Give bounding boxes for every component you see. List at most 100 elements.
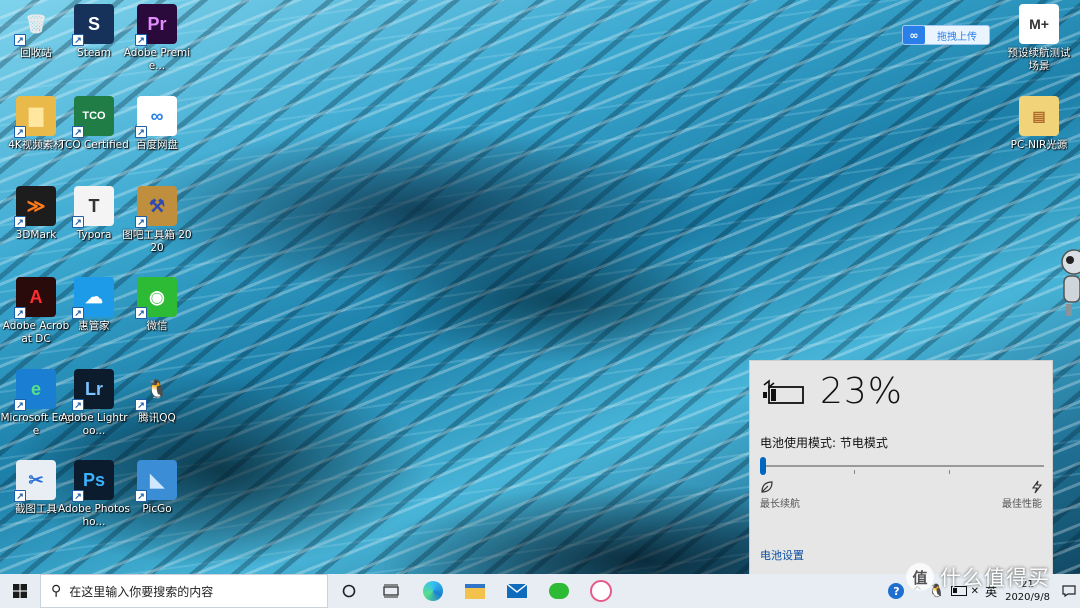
desktop-icon-typora[interactable]: T ↗ Typora	[58, 186, 130, 270]
shortcut-arrow-icon: ↗	[135, 490, 147, 502]
search-placeholder: 在这里输入你要搜索的内容	[69, 584, 214, 599]
lightroom-icon: Lr ↗	[72, 369, 114, 411]
desktop-icon-tco[interactable]: TCO ↗ TCO Certified	[58, 96, 130, 180]
icon-glyph: S	[87, 13, 100, 34]
shortcut-arrow-icon: ↗	[72, 126, 84, 138]
desktop-icon-label: 惠管家	[78, 320, 110, 332]
desktop-icon-wechat[interactable]: ◉ ↗ 微信	[121, 277, 193, 361]
task-view-button[interactable]	[370, 574, 412, 608]
icon-glyph: Ps	[82, 469, 106, 490]
folder-icon: ▇ ↗	[14, 96, 56, 138]
shortcut-arrow-icon: ↗	[14, 490, 26, 502]
baidu-netdisk-icon: ∞ ↗	[135, 96, 177, 138]
watermark-text: 什么值得买	[940, 566, 1050, 590]
taskbar-search-box[interactable]: ⚲ 在这里输入你要搜索的内容	[40, 574, 328, 608]
baidu-upload-label: 拖拽上传	[937, 31, 977, 43]
shortcut-arrow-icon: ↗	[135, 216, 147, 228]
steam-icon: S ↗	[72, 4, 114, 46]
icon-glyph: ✂	[28, 469, 44, 490]
markdown-file-icon: M+	[1019, 4, 1059, 44]
snipping-tool-icon: ✂ ↗	[14, 460, 56, 502]
slider-thumb[interactable]	[760, 457, 766, 475]
desktop-icon-label: PicGo	[142, 503, 172, 515]
desktop-icon-label: 图吧工具箱 2020	[122, 229, 192, 254]
desktop-icon-lightroom[interactable]: Lr ↗ Adobe Lightroo...	[58, 369, 130, 453]
shortcut-arrow-icon: ↗	[135, 126, 147, 138]
tco-icon: TCO ↗	[72, 96, 114, 138]
shortcut-arrow-icon: ↗	[135, 307, 147, 319]
icon-glyph: TCO	[82, 110, 106, 122]
icon-glyph: 🐧	[145, 378, 169, 399]
desktop-icon-zip-folder[interactable]: ▤ PC-NIR光源	[1003, 96, 1075, 180]
robot-mascot-icon[interactable]	[1058, 242, 1080, 322]
shortcut-arrow-icon: ↗	[14, 307, 26, 319]
lightning-icon	[1030, 479, 1044, 494]
taskbar-mail[interactable]	[496, 574, 538, 608]
icon-glyph: ◉	[149, 286, 165, 307]
battery-right-label: 最佳性能	[1002, 499, 1042, 510]
slider-tick	[949, 470, 950, 474]
start-button[interactable]	[0, 574, 40, 608]
desktop-icon-label: Adobe Premie...	[123, 47, 191, 72]
desktop-icon-label: 腾讯QQ	[138, 412, 176, 424]
mail-icon	[507, 584, 527, 598]
desktop-icon-qq[interactable]: 🐧 ↗ 腾讯QQ	[121, 369, 193, 453]
edge-icon	[423, 581, 443, 601]
desktop-icon-label: TCO Certified	[59, 139, 129, 151]
watermark-logo-icon: 值	[906, 563, 934, 591]
desktop-icon-markdown-file[interactable]: M+ 预设续航测试场景	[1003, 4, 1075, 88]
desktop-icon-label: Adobe Photosho...	[58, 503, 130, 528]
search-icon: ⚲	[51, 583, 62, 599]
shortcut-arrow-icon: ↗	[14, 34, 26, 46]
baidu-upload-float[interactable]: ∞ 拖拽上传	[902, 25, 990, 45]
shortcut-arrow-icon: ↗	[72, 399, 84, 411]
desktop-icon-label: 百度网盘	[136, 139, 178, 151]
desktop-icon-picgo[interactable]: ◣ ↗ PicGo	[121, 460, 193, 544]
recycle-bin-icon: 🗑 ↗	[14, 4, 56, 46]
wechat-icon: ◉ ↗	[135, 277, 177, 319]
desktop-icon-label: Steam	[77, 47, 111, 59]
desktop-icon-premiere[interactable]: Pr ↗ Adobe Premie...	[121, 4, 193, 88]
typora-icon: T ↗	[72, 186, 114, 228]
desktop-icon-steam[interactable]: S ↗ Steam	[58, 4, 130, 88]
shortcut-arrow-icon: ↗	[72, 490, 84, 502]
battery-percent: 23%	[820, 371, 904, 412]
toolbox-icon: ⚒ ↗	[135, 186, 177, 228]
notification-icon	[1062, 585, 1076, 597]
edge-icon: e ↗	[14, 369, 56, 411]
icon-glyph: 🗑	[24, 13, 48, 34]
icon-glyph: Lr	[85, 378, 103, 399]
taskbar-edge[interactable]	[412, 574, 454, 608]
cortana-button[interactable]	[328, 574, 370, 608]
photoshop-icon: Ps ↗	[72, 460, 114, 502]
desktop-icon-toolbox[interactable]: ⚒ ↗ 图吧工具箱 2020	[121, 186, 193, 270]
shortcut-arrow-icon: ↗	[72, 307, 84, 319]
shortcut-arrow-icon: ↗	[14, 399, 26, 411]
battery-mode-slider[interactable]	[760, 457, 1044, 475]
taskbar-file-explorer[interactable]	[454, 574, 496, 608]
cortana-circle-icon	[342, 584, 356, 598]
icon-glyph: ≫	[26, 195, 46, 216]
desktop-icon-cloud-manager[interactable]: ☁ ↗ 惠管家	[58, 277, 130, 361]
desktop-icon-baidu-netdisk[interactable]: ∞ ↗ 百度网盘	[121, 96, 193, 180]
zip-folder-icon: ▤	[1019, 96, 1059, 136]
icon-glyph: T	[88, 195, 100, 216]
taskbar-wechat[interactable]	[538, 574, 580, 608]
wechat-icon	[549, 583, 569, 599]
help-icon[interactable]: ?	[888, 583, 905, 599]
shortcut-arrow-icon: ↗	[72, 34, 84, 46]
clock-date: 2020/9/8	[1005, 592, 1050, 603]
shortcut-arrow-icon: ↗	[72, 216, 84, 228]
taskbar-app[interactable]	[580, 574, 622, 608]
icon-glyph: e	[30, 378, 41, 399]
shortcut-arrow-icon: ↗	[14, 126, 26, 138]
desktop-icon-photoshop[interactable]: Ps ↗ Adobe Photosho...	[58, 460, 130, 544]
notification-center-button[interactable]	[1058, 574, 1080, 608]
battery-settings-link[interactable]: 电池设置	[760, 547, 804, 563]
desktop-icon-label: Typora	[76, 229, 112, 241]
icon-glyph: ▇	[29, 105, 43, 126]
3dmark-icon: ≫ ↗	[14, 186, 56, 228]
shortcut-arrow-icon: ↗	[135, 399, 147, 411]
icon-glyph: ◣	[150, 469, 164, 490]
battery-icon	[760, 379, 806, 405]
